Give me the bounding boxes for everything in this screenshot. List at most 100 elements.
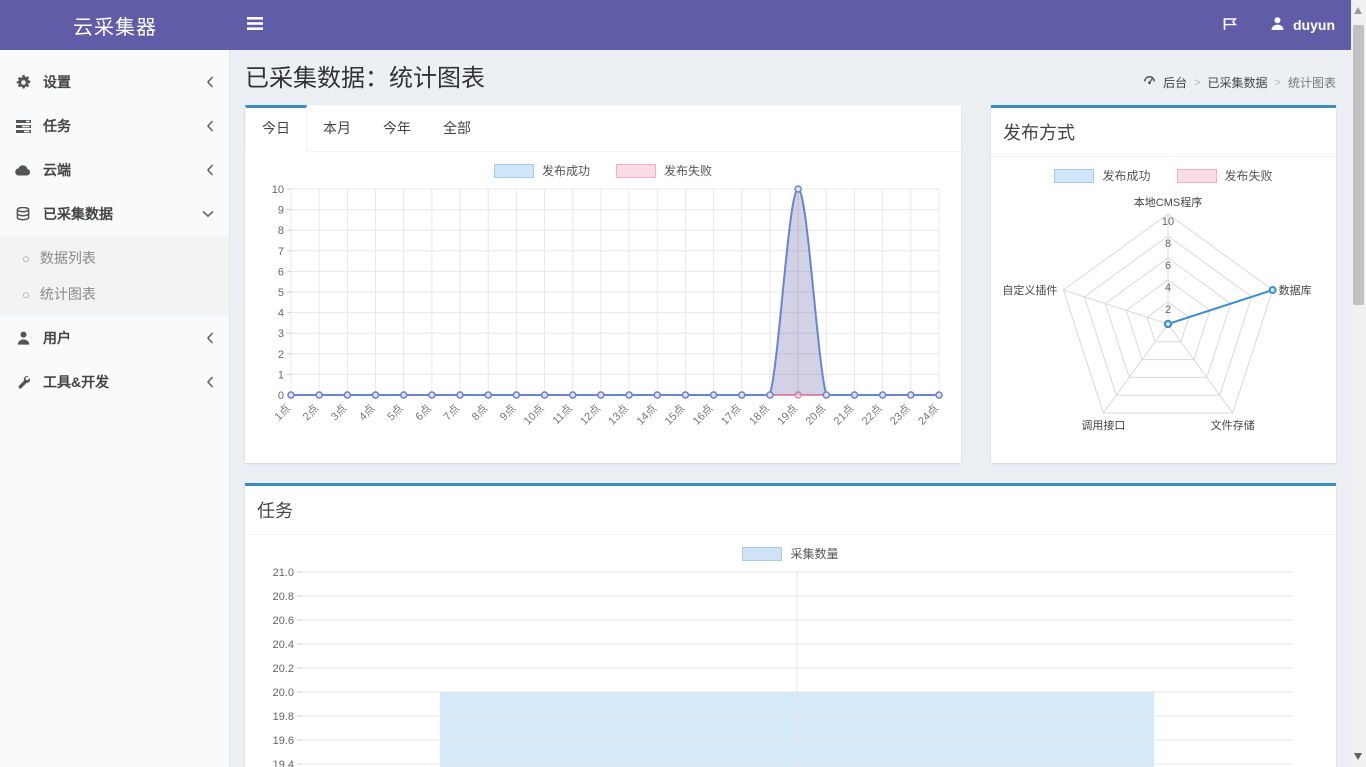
legend-swatch xyxy=(742,547,782,561)
chevron-left-icon xyxy=(206,76,214,88)
top-navbar: 云采集器 duyun xyxy=(0,0,1351,50)
svg-text:2: 2 xyxy=(278,349,284,361)
legend-item[interactable]: 发布失败 xyxy=(1177,167,1273,184)
sidebar-item-tools-dev[interactable]: 工具&开发 xyxy=(0,360,229,404)
legend-label: 发布失败 xyxy=(664,162,712,179)
svg-text:24点: 24点 xyxy=(915,402,941,428)
svg-text:8: 8 xyxy=(278,225,284,237)
svg-text:20点: 20点 xyxy=(803,402,829,428)
tab-this-year[interactable]: 今年 xyxy=(367,105,427,151)
svg-text:4: 4 xyxy=(278,308,284,320)
page-scrollbar[interactable] xyxy=(1351,0,1366,767)
sidebar-toggle-button[interactable] xyxy=(230,0,280,50)
chevron-left-icon xyxy=(206,332,214,344)
navbar-right: duyun xyxy=(1207,0,1351,50)
sidebar-item-tasks[interactable]: 任务 xyxy=(0,104,229,148)
scrollbar-thumb[interactable] xyxy=(1353,25,1364,305)
publish-line-chart[interactable]: 0123456789101点2点3点4点5点6点7点8点9点10点11点12点1… xyxy=(257,183,949,451)
svg-text:2点: 2点 xyxy=(300,402,321,423)
sidebar-subitem-data-list[interactable]: ○ 数据列表 xyxy=(0,240,229,276)
svg-text:11点: 11点 xyxy=(550,402,575,427)
flag-menu-button[interactable] xyxy=(1207,0,1254,50)
scrollbar-up-arrow[interactable] xyxy=(1354,7,1362,14)
breadcrumb-collected-data[interactable]: 已采集数据 xyxy=(1208,74,1268,91)
tasks-bar-chart[interactable]: 21.020.820.620.420.220.019.819.619.419.2… xyxy=(257,566,1323,767)
svg-text:20.8: 20.8 xyxy=(273,591,294,603)
svg-text:15点: 15点 xyxy=(662,402,688,428)
svg-text:20.2: 20.2 xyxy=(273,663,294,675)
svg-text:12点: 12点 xyxy=(577,402,603,428)
chart-legend: 采集数量 xyxy=(245,535,1336,566)
chevron-left-icon xyxy=(206,120,214,132)
wrench-icon xyxy=(15,375,31,389)
svg-text:14点: 14点 xyxy=(634,402,660,428)
publish-stats-panel: 今日 本月 今年 全部 发布成功发布失败 0123456789101点2点3点4… xyxy=(245,105,961,463)
user-name: duyun xyxy=(1293,17,1335,33)
sidebar-item-users[interactable]: 用户 xyxy=(0,316,229,360)
svg-text:17点: 17点 xyxy=(718,402,744,428)
legend-label: 发布成功 xyxy=(542,162,590,179)
scrollbar-down-arrow[interactable] xyxy=(1354,753,1362,760)
breadcrumb-home[interactable]: 后台 xyxy=(1163,74,1187,91)
publish-method-radar-chart[interactable]: 246810本地CMS程序数据库文件存储调用接口自定义插件 xyxy=(1002,188,1326,448)
svg-text:6点: 6点 xyxy=(413,402,434,423)
svg-text:4: 4 xyxy=(1164,282,1170,294)
sidebar-item-label: 云端 xyxy=(43,160,71,180)
sidebar-item-cloud[interactable]: 云端 xyxy=(0,148,229,192)
svg-text:20.4: 20.4 xyxy=(273,639,294,651)
legend-swatch xyxy=(616,164,656,178)
svg-text:16点: 16点 xyxy=(690,402,716,428)
period-tabs: 今日 本月 今年 全部 xyxy=(245,105,961,152)
svg-text:1点: 1点 xyxy=(272,402,293,423)
svg-text:3点: 3点 xyxy=(328,402,349,423)
legend-item[interactable]: 发布成功 xyxy=(1054,167,1150,184)
svg-text:19.4: 19.4 xyxy=(273,759,294,767)
sidebar-subitem-label: 数据列表 xyxy=(40,248,96,268)
svg-text:19点: 19点 xyxy=(775,402,801,428)
breadcrumb-current: 统计图表 xyxy=(1288,74,1336,91)
user-icon xyxy=(1270,16,1285,34)
legend-item[interactable]: 发布成功 xyxy=(494,162,590,179)
svg-text:20.0: 20.0 xyxy=(273,687,294,699)
sidebar: 设置 任务 云端 已采集数据 ○ 数据列表 xyxy=(0,50,230,767)
svg-text:2: 2 xyxy=(1164,304,1170,316)
cloud-icon xyxy=(15,165,31,176)
tasks-icon xyxy=(15,120,31,133)
svg-text:10: 10 xyxy=(272,184,284,196)
svg-text:23点: 23点 xyxy=(887,402,913,428)
svg-text:10: 10 xyxy=(1161,216,1173,228)
radar-chart-container: 246810本地CMS程序数据库文件存储调用接口自定义插件 xyxy=(991,188,1336,448)
tab-today[interactable]: 今日 xyxy=(245,105,307,152)
svg-text:0: 0 xyxy=(278,390,284,402)
sidebar-subitem-stats-charts[interactable]: ○ 统计图表 xyxy=(0,276,229,312)
sidebar-item-label: 用户 xyxy=(43,328,71,348)
legend-item[interactable]: 发布失败 xyxy=(616,162,712,179)
svg-text:9: 9 xyxy=(278,205,284,217)
svg-text:1: 1 xyxy=(278,369,284,381)
dashboard-icon xyxy=(1143,75,1156,90)
svg-text:5点: 5点 xyxy=(385,402,406,423)
gear-icon xyxy=(15,75,31,90)
database-icon xyxy=(15,207,31,222)
legend-item[interactable]: 采集数量 xyxy=(742,545,838,562)
panel-title: 任务 xyxy=(245,486,1336,535)
chevron-left-icon xyxy=(206,376,214,388)
sidebar-subitem-label: 统计图表 xyxy=(40,284,96,304)
svg-text:9点: 9点 xyxy=(497,402,518,423)
breadcrumb-separator: > xyxy=(1194,77,1200,89)
sidebar-item-collected-data[interactable]: 已采集数据 xyxy=(0,192,229,236)
svg-text:8: 8 xyxy=(1164,238,1170,250)
sidebar-item-label: 已采集数据 xyxy=(43,204,113,224)
circle-icon: ○ xyxy=(22,287,30,302)
legend-label: 采集数量 xyxy=(790,545,838,562)
sidebar-item-settings[interactable]: 设置 xyxy=(0,60,229,104)
user-menu-button[interactable]: duyun xyxy=(1254,0,1351,50)
svg-text:10点: 10点 xyxy=(521,402,547,428)
chart-legend: 发布成功 发布失败 xyxy=(991,157,1336,188)
legend-swatch xyxy=(494,164,534,178)
tab-all[interactable]: 全部 xyxy=(427,105,487,151)
tab-this-month[interactable]: 本月 xyxy=(307,105,367,151)
svg-text:数据库: 数据库 xyxy=(1278,283,1311,297)
legend-label: 发布成功 xyxy=(1102,167,1150,184)
brand-logo[interactable]: 云采集器 xyxy=(0,0,230,50)
